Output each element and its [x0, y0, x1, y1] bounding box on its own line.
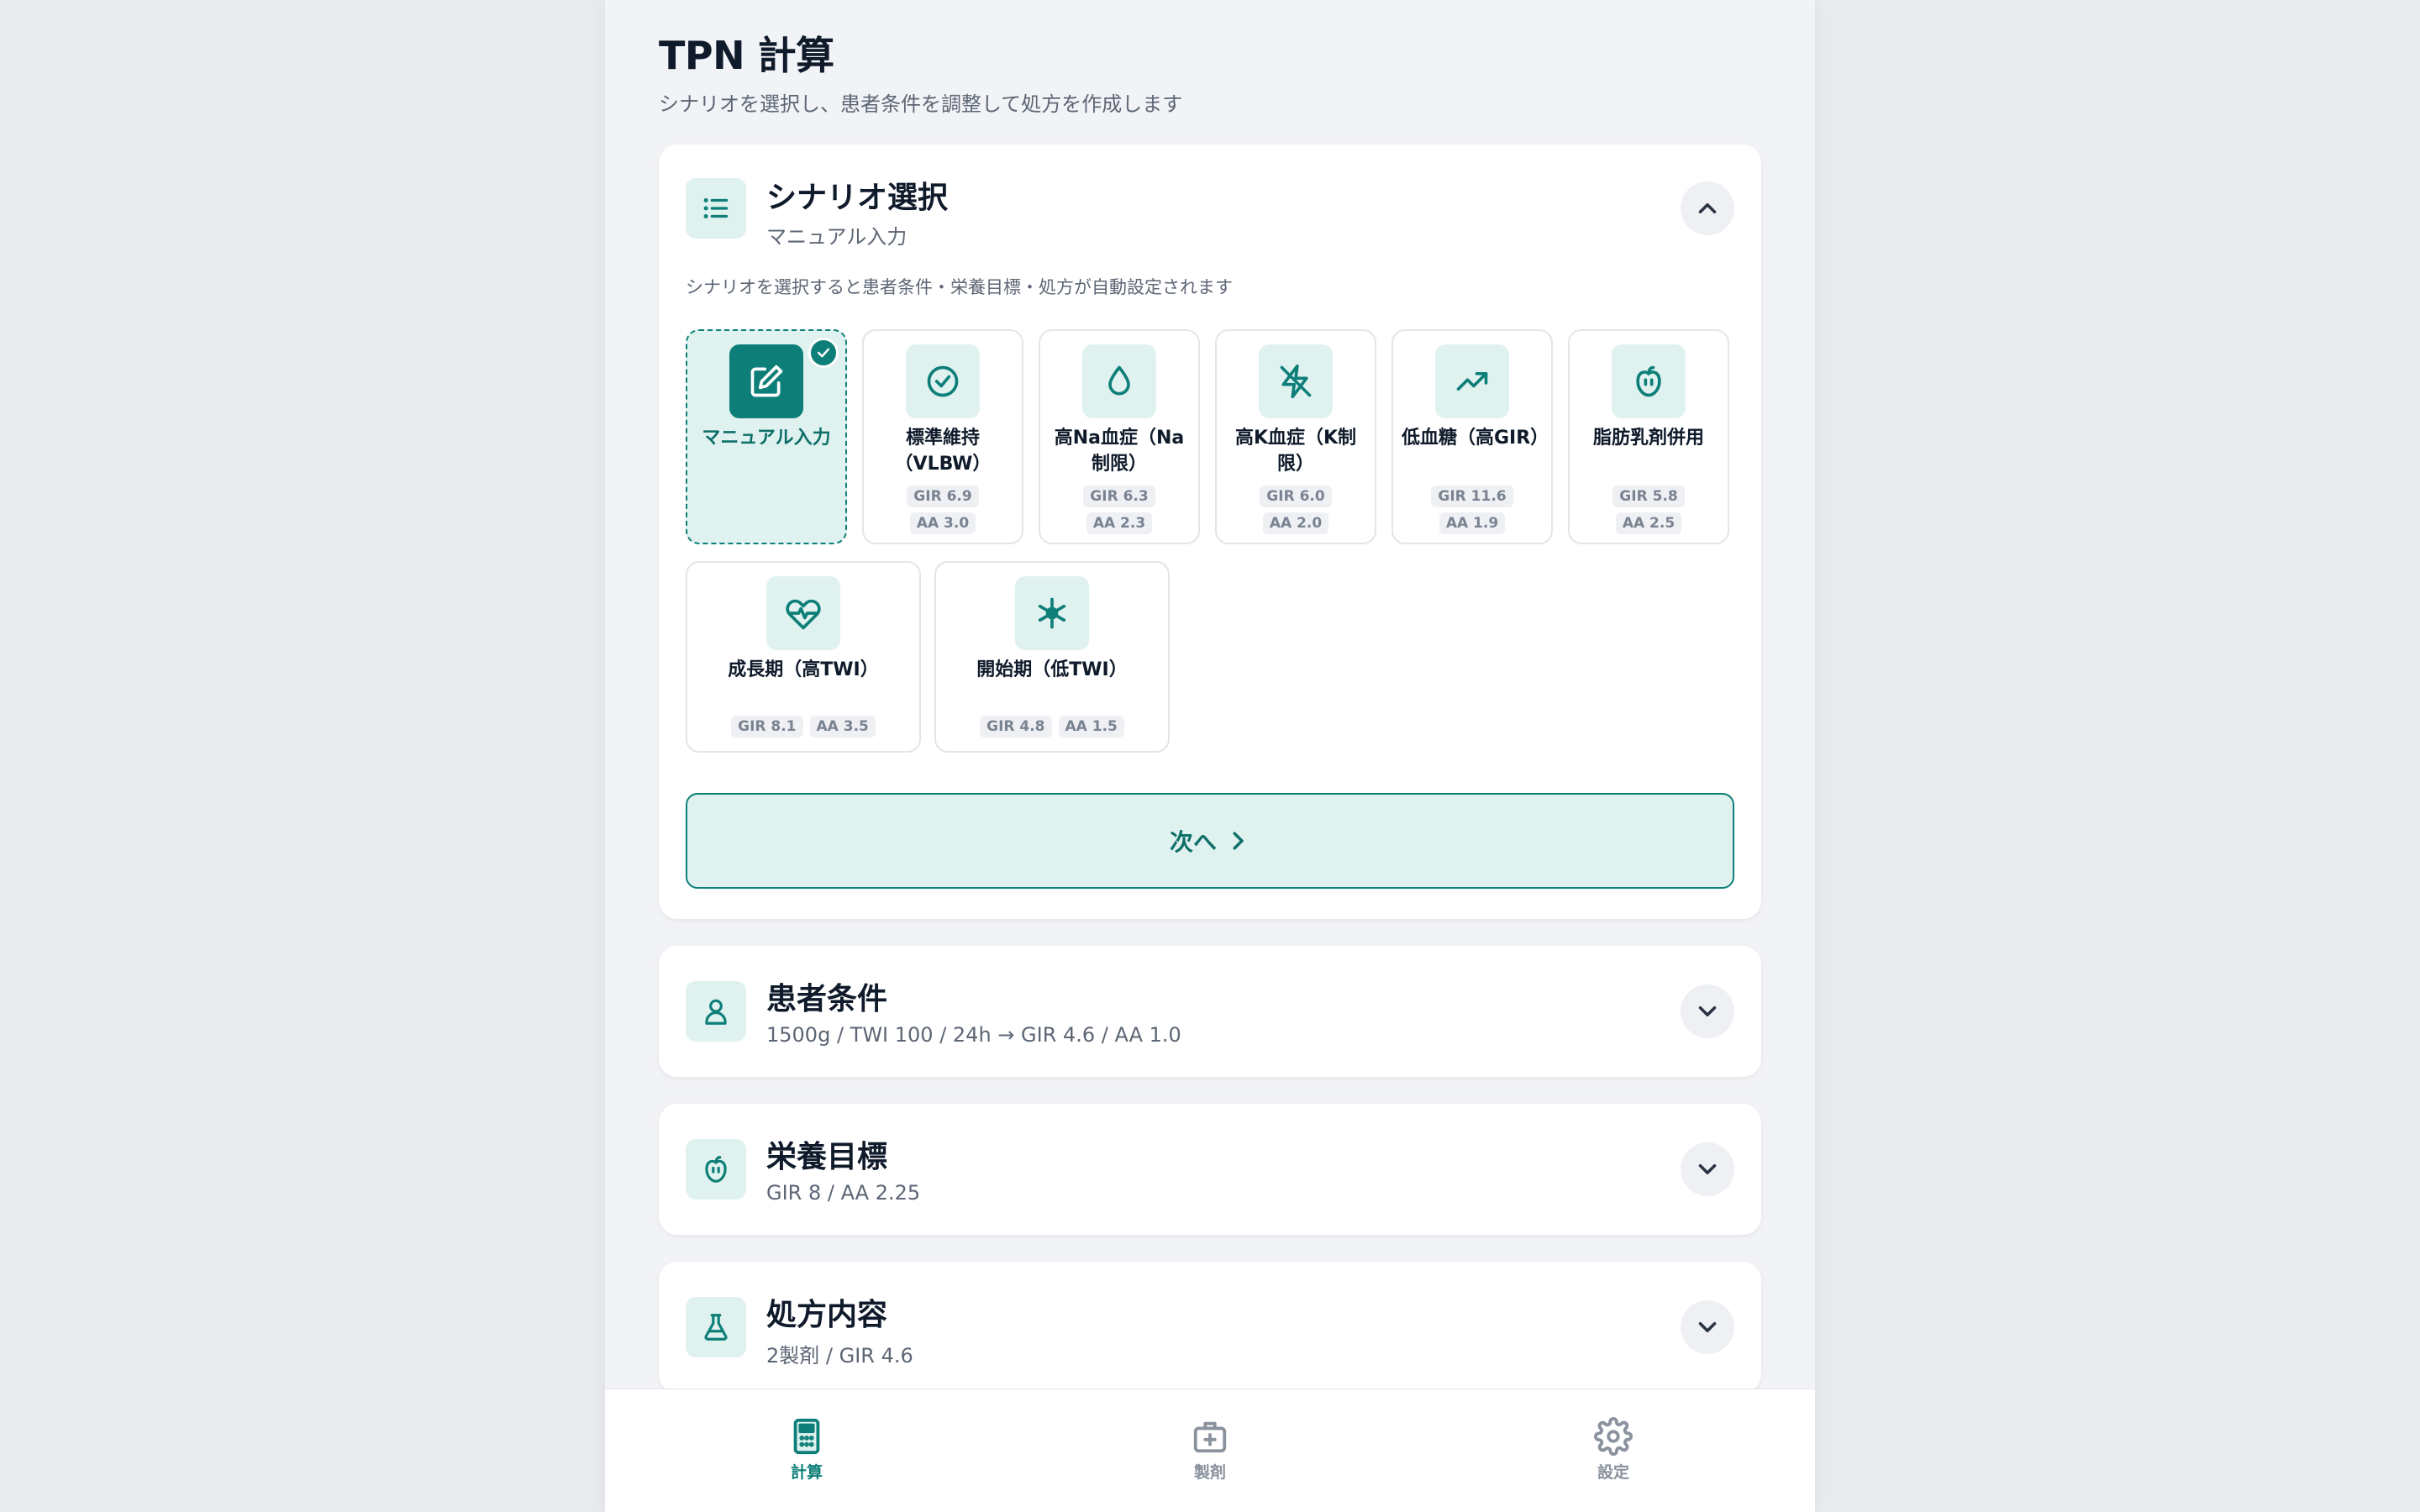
scenario-label: 開始期（低TWI） — [976, 659, 1128, 680]
next-button-label: 次へ — [1169, 828, 1217, 856]
aa-badge: AA 2.3 — [1086, 512, 1153, 534]
apple-icon — [1612, 344, 1686, 418]
scenario-label: 高K血症（K制限） — [1234, 428, 1357, 475]
gir-badge: GIR 6.9 — [907, 486, 979, 507]
tab-label: 製剤 — [1193, 1463, 1226, 1482]
gir-badge: GIR 8.1 — [731, 716, 803, 738]
patient-card-title: 患者条件 — [766, 982, 888, 1016]
gir-badge: GIR 11.6 — [1431, 486, 1513, 507]
scenario-tile-vlbw[interactable]: 標準維持（VLBW） GIR 6.9 AA 3.0 — [862, 329, 1023, 544]
scenario-tile-initiation[interactable]: 開始期（低TWI） GIR 4.8 AA 1.5 — [934, 561, 1170, 753]
scenario-card-title: シナリオ選択 — [766, 181, 949, 215]
scenario-label: 低血糖（高GIR） — [1402, 428, 1549, 449]
nutrition-card-title: 栄養目標 — [766, 1140, 888, 1174]
next-button[interactable]: 次へ — [686, 793, 1734, 889]
page-subtitle: シナリオを選択し、患者条件を調整して処方を作成します — [659, 92, 1183, 116]
chevron-up-icon — [1693, 194, 1722, 223]
nutrition-card-summary: GIR 8 / AA 2.25 — [766, 1181, 921, 1205]
aa-badge: AA 1.5 — [1058, 716, 1124, 738]
tab-label: 設定 — [1597, 1463, 1629, 1482]
chevron-down-icon — [1693, 1313, 1722, 1341]
tab-settings[interactable]: 設定 — [1563, 1415, 1664, 1483]
calculator-icon — [756, 1415, 857, 1458]
aa-badge: AA 2.0 — [1262, 512, 1329, 534]
gir-badge: GIR 5.8 — [1612, 486, 1685, 507]
scenario-tile-high-na[interactable]: 高Na血症（Na制限） GIR 6.3 AA 2.3 — [1039, 329, 1200, 544]
user-icon — [686, 981, 746, 1042]
flask-icon — [686, 1297, 746, 1357]
scenario-label: 成長期（高TWI） — [728, 659, 879, 680]
chevron-down-icon — [1693, 1155, 1722, 1184]
heart-pulse-icon — [766, 576, 840, 650]
collapse-button[interactable] — [1681, 181, 1734, 235]
scenario-label: マニュアル入力 — [702, 428, 831, 449]
scenario-card-subtitle: マニュアル入力 — [766, 225, 908, 249]
prescription-card-title: 処方内容 — [766, 1298, 888, 1332]
scenario-tile-manual[interactable]: マニュアル入力 — [686, 329, 847, 544]
main-scroll-area[interactable]: TPN 計算 シナリオを選択し、患者条件を調整して処方を作成します シナリオ選択… — [605, 0, 1815, 1389]
scenario-tile-hypoglycemia[interactable]: 低血糖（高GIR） GIR 11.6 AA 1.9 — [1392, 329, 1553, 544]
medical-kit-icon — [1160, 1415, 1260, 1458]
tab-bar: 計算 製剤 設定 — [605, 1389, 1815, 1512]
apple-icon — [686, 1139, 746, 1200]
aa-badge: AA 1.9 — [1439, 512, 1506, 534]
scenario-label: 高Na血症（Na制限） — [1054, 428, 1185, 475]
trending-up-icon — [1435, 344, 1509, 418]
nutrition-card[interactable]: 栄養目標 GIR 8 / AA 2.25 — [659, 1104, 1761, 1235]
chevron-down-icon — [1693, 997, 1722, 1026]
list-icon — [686, 178, 746, 239]
aa-badge: AA 2.5 — [1615, 512, 1682, 534]
asterisk-icon — [1015, 576, 1089, 650]
scenario-label: 標準維持（VLBW） — [894, 428, 992, 475]
patient-card[interactable]: 患者条件 1500g / TWI 100 / 24h → GIR 4.6 / A… — [659, 946, 1761, 1077]
app-window: TPN 計算 シナリオを選択し、患者条件を調整して処方を作成します シナリオ選択… — [605, 0, 1815, 1512]
patient-card-summary: 1500g / TWI 100 / 24h → GIR 4.6 / AA 1.0 — [766, 1023, 1181, 1047]
page-title: TPN 計算 — [659, 33, 834, 78]
aa-badge: AA 3.5 — [809, 716, 876, 738]
gir-badge: GIR 6.3 — [1083, 486, 1155, 507]
edit-icon — [729, 344, 803, 418]
droplet-icon — [1082, 344, 1156, 418]
expand-button[interactable] — [1681, 1142, 1734, 1196]
scenario-tile-lipid[interactable]: 脂肪乳剤併用 GIR 5.8 AA 2.5 — [1568, 329, 1729, 544]
expand-button[interactable] — [1681, 1300, 1734, 1354]
tab-calculate[interactable]: 計算 — [756, 1415, 857, 1483]
aa-badge: AA 3.0 — [909, 512, 976, 534]
tab-label: 計算 — [790, 1463, 823, 1482]
gear-icon — [1563, 1415, 1664, 1458]
chevron-right-icon — [1225, 828, 1250, 853]
prescription-card-summary: 2製剤 / GIR 4.6 — [766, 1344, 913, 1368]
scenario-card: シナリオ選択 マニュアル入力 シナリオを選択すると患者条件・栄養目標・処方が自動… — [659, 144, 1761, 919]
gir-badge: GIR 6.0 — [1260, 486, 1332, 507]
gir-badge: GIR 4.8 — [980, 716, 1052, 738]
expand-button[interactable] — [1681, 984, 1734, 1038]
selected-check-icon — [808, 338, 839, 368]
zap-off-icon — [1259, 344, 1333, 418]
tab-preparations[interactable]: 製剤 — [1160, 1415, 1260, 1483]
scenario-label: 脂肪乳剤併用 — [1592, 428, 1704, 449]
scenario-hint: シナリオを選択すると患者条件・栄養目標・処方が自動設定されます — [686, 277, 1233, 297]
scenario-tile-growth[interactable]: 成長期（高TWI） GIR 8.1 AA 3.5 — [686, 561, 921, 753]
scenario-tile-high-k[interactable]: 高K血症（K制限） GIR 6.0 AA 2.0 — [1215, 329, 1376, 544]
prescription-card[interactable]: 処方内容 2製剤 / GIR 4.6 — [659, 1262, 1761, 1389]
check-circle-icon — [906, 344, 980, 418]
